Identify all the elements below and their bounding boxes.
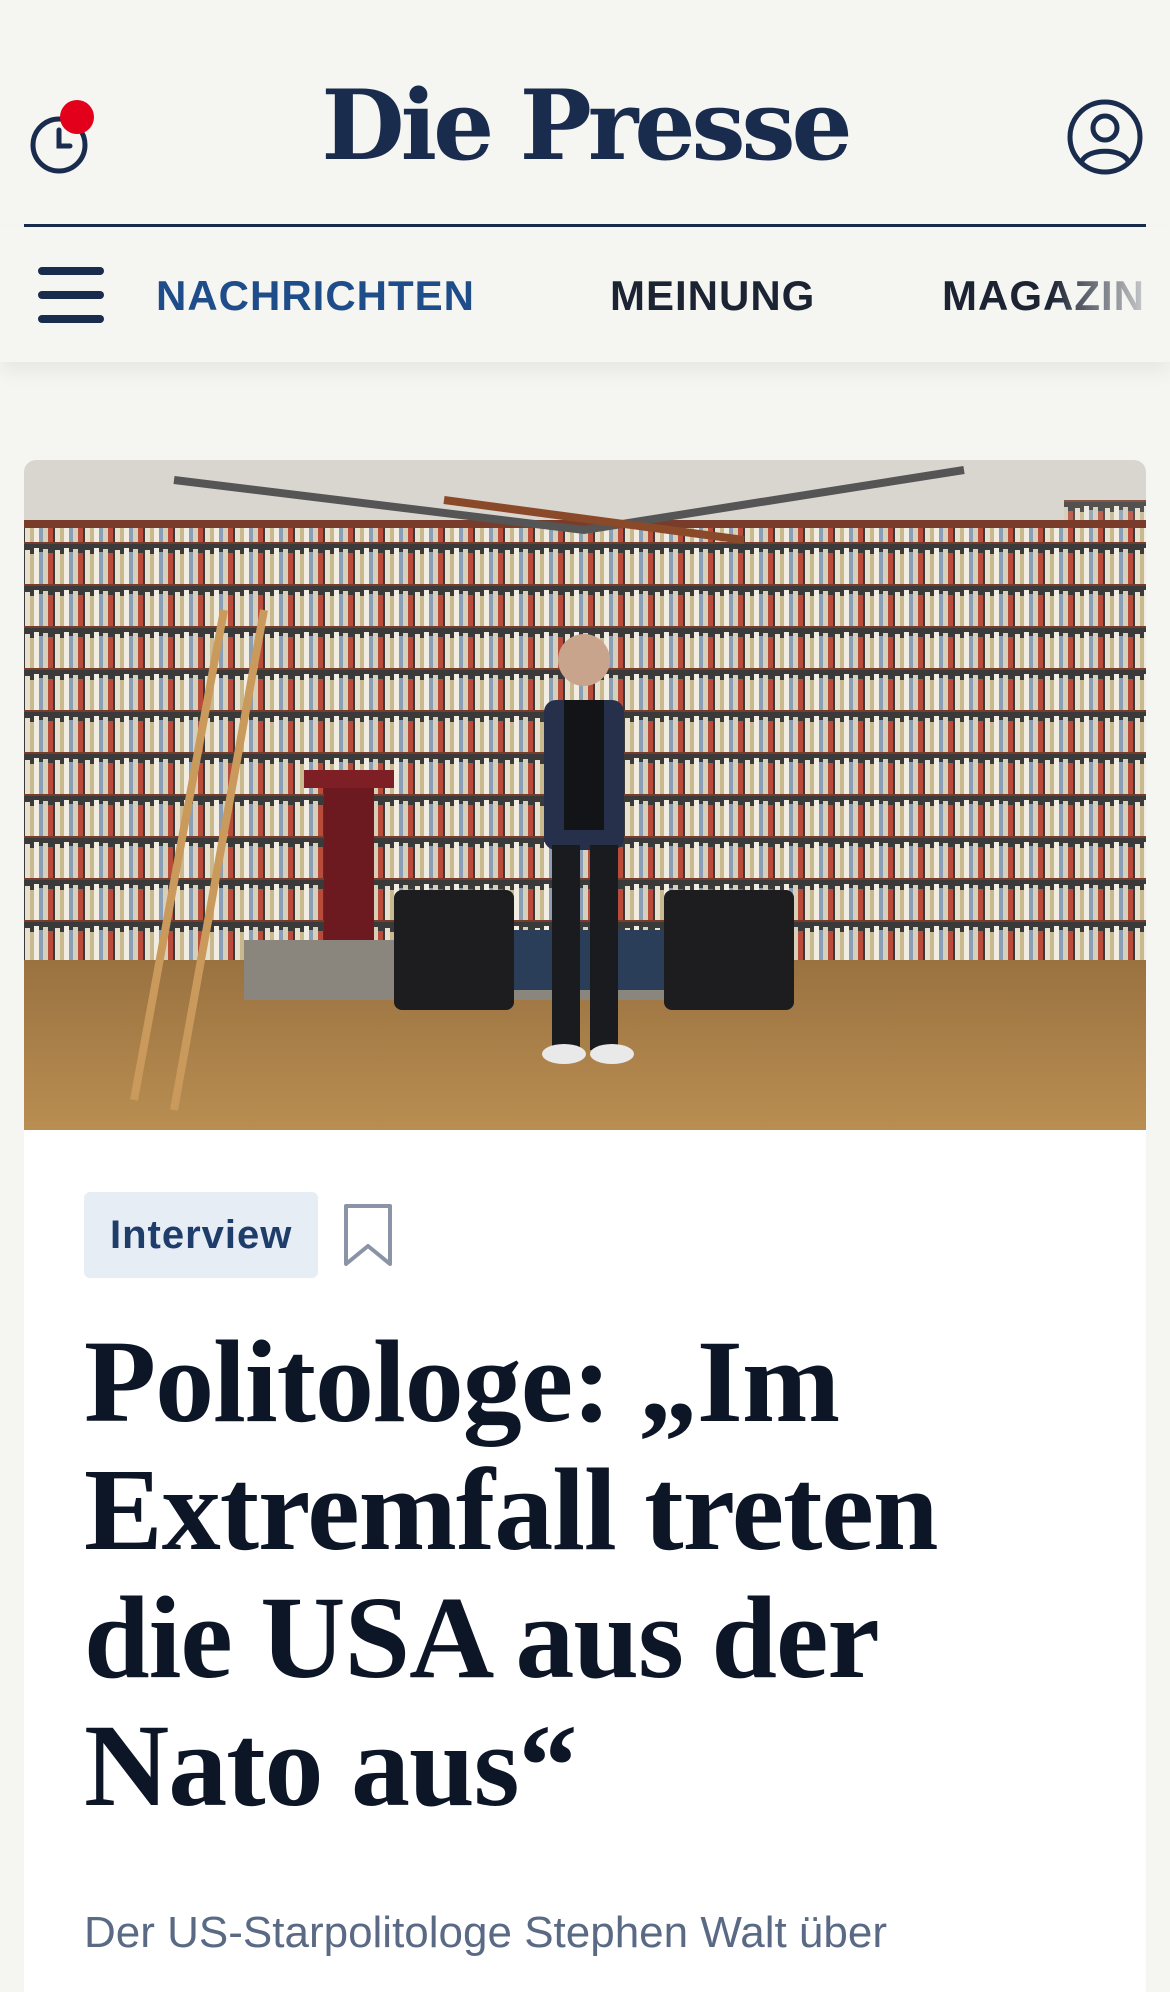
category-tag[interactable]: Interview	[84, 1192, 319, 1278]
article-card[interactable]: Interview Politologe: „Im Extremfall tre…	[24, 460, 1146, 1992]
site-logo[interactable]: Die Presse	[0, 78, 1170, 174]
bookmark-button[interactable]	[342, 1202, 394, 1268]
nav-item-nachrichten[interactable]: NACHRICHTEN	[156, 271, 475, 321]
library-photo-illustration	[24, 460, 1146, 1130]
article-headline[interactable]: Politologe: „Im Extremfall treten die US…	[84, 1318, 1084, 1830]
section-nav: NACHRICHTEN MEINUNG MAGAZIN	[0, 227, 1170, 362]
nav-scroll-fade	[1050, 227, 1170, 362]
nav-item-meinung[interactable]: MEINUNG	[610, 271, 815, 321]
article-lead: Der US-Starpolitologe Stephen Walt über	[84, 1908, 887, 1957]
account-button[interactable]	[1066, 98, 1144, 176]
site-header: Die Presse NACHRICHTEN MEINUNG MAGAZIN	[0, 0, 1170, 362]
bookmark-icon	[344, 1204, 392, 1266]
user-circle-icon	[1067, 99, 1143, 175]
top-bar: Die Presse	[0, 0, 1170, 226]
hamburger-menu-icon[interactable]	[38, 267, 106, 323]
page: Die Presse NACHRICHTEN MEINUNG MAGAZIN I…	[0, 0, 1170, 1992]
hero-photo	[24, 460, 1146, 1130]
